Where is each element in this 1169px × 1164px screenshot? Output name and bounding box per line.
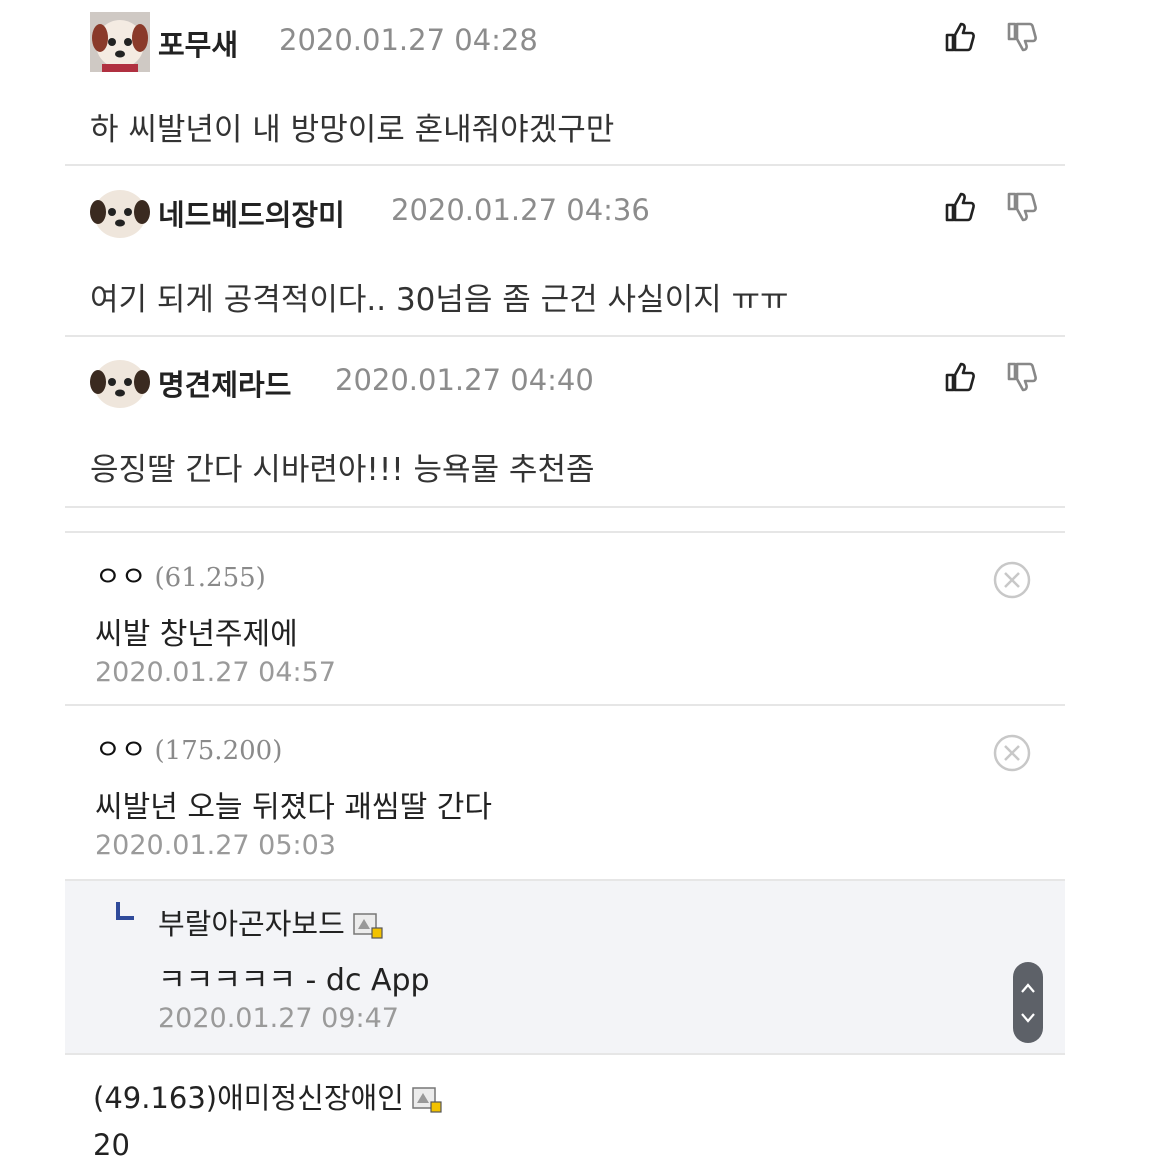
delete-icon[interactable] [993, 734, 1031, 772]
comment-date: 2020.01.27 04:36 [391, 193, 650, 227]
nested-reply-date: 2020.01.27 09:47 [158, 1003, 399, 1034]
divider [65, 1053, 1065, 1055]
comment-nickname[interactable]: 명견제라드 [158, 362, 291, 404]
reply-item: ㅇㅇ (175.200) 씨발년 오늘 뒤졌다 괘씸딸 간다 2020.01.27… [65, 706, 1065, 878]
comment-date: 2020.01.27 04:28 [279, 23, 538, 57]
comment-text: 20 [93, 1128, 130, 1162]
divider [65, 335, 1065, 337]
delete-icon[interactable] [993, 561, 1031, 599]
nested-reply-text: ㅋㅋㅋㅋㅋ - dc App [158, 963, 430, 998]
comment-item: 포무새 2020.01.27 04:28 하 씨발년이 내 방망이로 혼내줘야겠… [65, 12, 1065, 164]
comment-item: 네드베드의장미 2020.01.27 04:36 여기 되게 공격적이다.. 3… [65, 182, 1065, 334]
member-icon [353, 913, 383, 939]
comment-text: 여기 되게 공격적이다.. 30넘음 좀 근건 사실이지 ㅠㅠ [90, 282, 789, 318]
reply-author: ㅇㅇ (175.200) [95, 728, 282, 768]
reply-text: 씨발년 오늘 뒤졌다 괘씸딸 간다 [95, 790, 492, 825]
chevron-down-icon[interactable] [1020, 1012, 1036, 1024]
scroll-nav[interactable] [1013, 962, 1043, 1043]
reply-date: 2020.01.27 05:03 [95, 830, 336, 861]
reply-arrow-icon [116, 902, 134, 920]
avatar[interactable] [90, 12, 150, 72]
thumbs-up-icon[interactable] [943, 20, 977, 54]
thumbs-down-icon[interactable] [1005, 20, 1039, 54]
thumbs-up-icon[interactable] [943, 360, 977, 394]
reply-author-name[interactable]: ㅇㅇ [95, 560, 147, 593]
comment-nickname[interactable]: 포무새 [158, 22, 238, 64]
reply-item: ㅇㅇ (61.255) 씨발 창년주제에 2020.01.27 04:57 [65, 533, 1065, 705]
comment-item: 명견제라드 2020.01.27 04:40 응징딸 간다 시바련아!!! 능욕… [65, 352, 1065, 504]
thumbs-up-icon[interactable] [943, 190, 977, 224]
reply-author: ㅇㅇ (61.255) [95, 555, 266, 595]
thumbs-down-icon[interactable] [1005, 190, 1039, 224]
avatar[interactable] [90, 352, 150, 412]
comment-author: (49.163)애미정신장애인 [93, 1075, 442, 1117]
chevron-up-icon[interactable] [1020, 982, 1036, 994]
reply-text: 씨발 창년주제에 [95, 617, 298, 652]
thumbs-down-icon[interactable] [1005, 360, 1039, 394]
reply-author-name[interactable]: ㅇㅇ [95, 733, 147, 766]
comment-author-name[interactable]: (49.163)애미정신장애인 [93, 1081, 404, 1115]
nested-reply: 부랄아곤자보드 ㅋㅋㅋㅋㅋ - dc App 2020.01.27 09:47 [65, 881, 1065, 1053]
comment-nickname[interactable]: 네드베드의장미 [158, 192, 345, 234]
reply-date: 2020.01.27 04:57 [95, 657, 336, 688]
reply-ip: (175.200) [154, 736, 283, 766]
divider [65, 506, 1065, 508]
nested-reply-author-name[interactable]: 부랄아곤자보드 [158, 907, 345, 941]
comment-date: 2020.01.27 04:40 [335, 363, 594, 397]
nested-reply-author: 부랄아곤자보드 [158, 901, 383, 943]
comment-text: 응징딸 간다 시바련아!!! 능욕물 추천좀 [90, 452, 595, 488]
member-icon [412, 1087, 442, 1113]
reply-ip: (61.255) [154, 563, 266, 593]
comment-text: 하 씨발년이 내 방망이로 혼내줘야겠구만 [90, 112, 615, 148]
divider [65, 164, 1065, 166]
avatar[interactable] [90, 182, 150, 242]
